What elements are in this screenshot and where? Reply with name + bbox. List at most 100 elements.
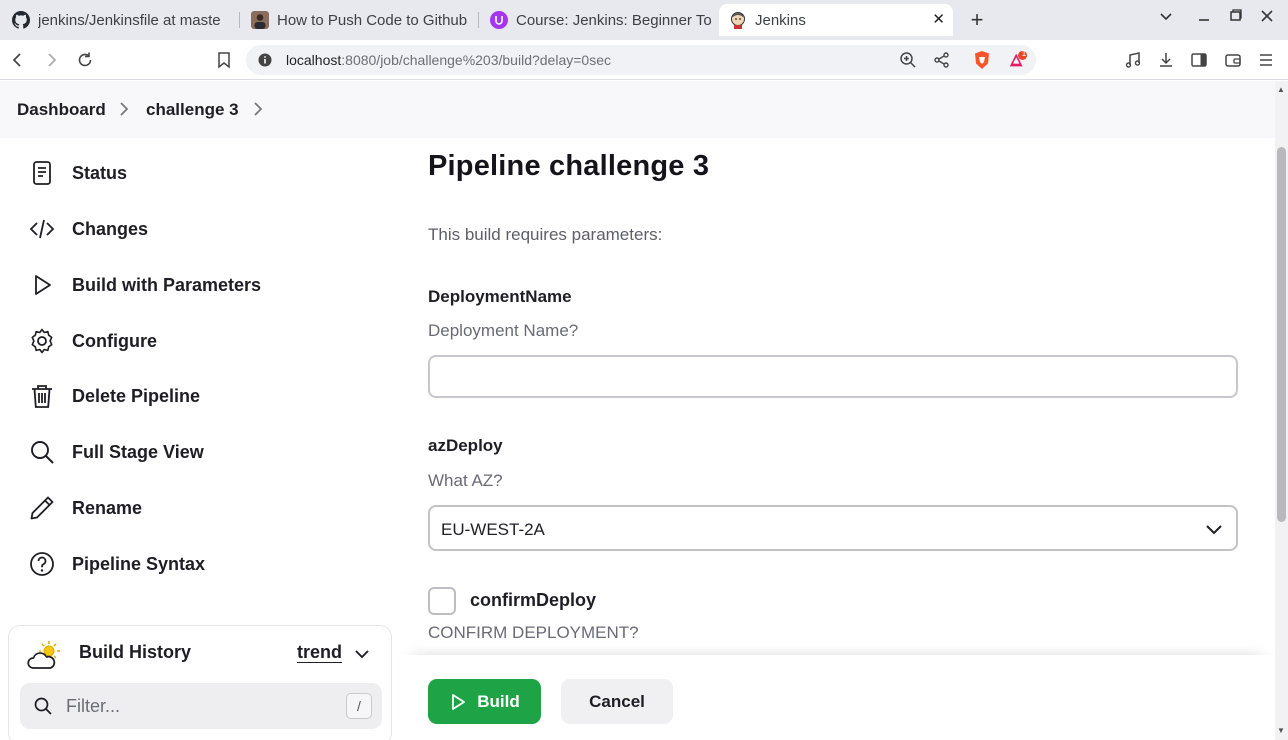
github-icon	[12, 11, 30, 29]
search-icon	[31, 441, 54, 464]
page-title: Pipeline challenge 3	[428, 150, 710, 182]
play-icon	[452, 693, 466, 710]
sidebar-item-rename[interactable]: Rename	[28, 488, 368, 528]
build-history-title: Build History	[79, 642, 192, 662]
bookmark-icon[interactable]	[212, 48, 236, 72]
udemy-icon	[490, 11, 508, 29]
tab-label: jenkins/Jenkinsfile at maste	[38, 11, 221, 29]
sidebar-item-configure[interactable]: Configure	[28, 321, 368, 361]
deployment-name-input[interactable]	[428, 355, 1238, 398]
sidebar-item-label: Changes	[72, 218, 149, 239]
url-host: localhost	[286, 52, 342, 68]
browser-tab-github[interactable]: jenkins/Jenkinsfile at maste	[2, 6, 234, 34]
build-history-panel: Build History trend Filter... /	[8, 625, 392, 740]
pencil-icon	[30, 496, 54, 520]
zoom-icon[interactable]	[898, 50, 918, 70]
play-icon	[35, 275, 51, 295]
param-name-deploymentname: DeploymentName	[428, 287, 572, 306]
keyboard-shortcut-badge: /	[346, 693, 372, 719]
sidebar-item-full-stage-view[interactable]: Full Stage View	[28, 432, 368, 472]
trash-icon	[32, 385, 52, 408]
build-history-filter[interactable]: Filter... /	[20, 683, 382, 729]
scroll-down-arrow-icon[interactable]: ▼	[1277, 726, 1285, 735]
sidebar-toggle-icon[interactable]	[1187, 48, 1211, 72]
new-tab-button[interactable]: +	[966, 6, 988, 34]
chevron-down-icon	[1206, 525, 1222, 535]
sidebar-item-delete-pipeline[interactable]: Delete Pipeline	[28, 376, 368, 416]
wallet-icon[interactable]	[1221, 48, 1245, 72]
breadcrumb-job[interactable]: challenge 3	[146, 100, 239, 120]
sidebar-item-status[interactable]: Status	[28, 153, 368, 193]
tab-separator	[478, 12, 479, 28]
tab-label: How to Push Code to Github	[277, 11, 468, 29]
chevron-right-icon	[120, 102, 129, 116]
breadcrumb: Dashboard challenge 3	[0, 81, 1275, 138]
download-icon[interactable]	[1154, 48, 1178, 72]
close-tab-icon[interactable]: ✕	[932, 10, 945, 28]
gear-icon	[31, 328, 53, 354]
browser-tab-course[interactable]: Course: Jenkins: Beginner To	[480, 6, 716, 34]
brave-rewards-icon[interactable]: 1	[1008, 49, 1028, 70]
select-value: EU-WEST-2A	[441, 520, 545, 539]
search-icon	[34, 697, 52, 715]
tab-list-chevron-icon[interactable]	[1158, 8, 1174, 32]
cancel-button-label: Cancel	[589, 691, 645, 711]
sidebar-item-changes[interactable]: Changes	[28, 209, 368, 249]
forward-arrow-icon[interactable]	[39, 48, 63, 72]
media-music-icon[interactable]	[1121, 48, 1145, 72]
parameters-intro: This build requires parameters:	[428, 225, 663, 244]
url-text[interactable]: localhost:8080/job/challenge%203/build?d…	[286, 52, 611, 68]
sidebar-item-label: Pipeline Syntax	[72, 553, 206, 574]
notepad-icon	[33, 161, 51, 185]
menu-hamburger-icon[interactable]	[1254, 48, 1278, 72]
scroll-up-arrow-icon[interactable]: ▲	[1277, 85, 1285, 94]
tab-label: Jenkins	[755, 11, 806, 29]
sidebar-item-pipeline-syntax[interactable]: Pipeline Syntax	[28, 544, 368, 584]
az-deploy-select[interactable]: EU-WEST-2A	[428, 505, 1238, 551]
browser-toolbar: localhost:8080/job/challenge%203/build?d…	[0, 40, 1288, 80]
filter-placeholder: Filter...	[66, 696, 121, 716]
sidebar-item-label: Full Stage View	[72, 441, 204, 462]
browser-tab-strip: jenkins/Jenkinsfile at maste How to Push…	[0, 0, 1288, 40]
build-button[interactable]: Build	[428, 679, 541, 724]
param-name-azdeploy: azDeploy	[428, 436, 503, 455]
help-circle-icon	[30, 552, 54, 576]
sidebar-item-label: Rename	[72, 497, 143, 518]
url-path: :8080/job/challenge%203/build?delay=0sec	[341, 52, 611, 68]
close-window-icon[interactable]	[1260, 8, 1274, 32]
sidebar-item-label: Delete Pipeline	[72, 385, 201, 406]
chevron-right-icon[interactable]	[251, 100, 265, 118]
sidebar-item-label: Build with Parameters	[72, 274, 262, 295]
person-thumbnail-icon	[251, 11, 269, 29]
param-name-confirmdeploy[interactable]: confirmDeploy	[470, 590, 596, 611]
address-bar[interactable]: localhost:8080/job/challenge%203/build?d…	[246, 45, 1036, 75]
sidebar-item-label: Status	[72, 162, 128, 183]
brave-shield-icon[interactable]	[972, 50, 992, 70]
code-icon	[29, 219, 55, 239]
restore-window-icon[interactable]	[1229, 8, 1243, 32]
param-description: Deployment Name?	[428, 321, 579, 340]
jenkins-icon	[729, 11, 747, 29]
build-button-label: Build	[477, 691, 520, 711]
confirm-deploy-checkbox[interactable]	[428, 587, 456, 615]
tab-separator	[239, 12, 240, 28]
param-description: CONFIRM DEPLOYMENT?	[428, 623, 639, 642]
weather-partly-cloudy-icon	[27, 641, 60, 669]
page-scrollbar[interactable]: ▲ ▼	[1275, 81, 1288, 740]
back-arrow-icon[interactable]	[6, 48, 30, 72]
notification-count: 1	[1021, 49, 1027, 58]
cancel-button[interactable]: Cancel	[561, 679, 673, 724]
browser-tab-github-tutorial[interactable]: How to Push Code to Github	[241, 6, 471, 34]
trend-link[interactable]: trend	[297, 642, 342, 663]
site-info-icon[interactable]	[255, 50, 275, 70]
reload-icon[interactable]	[73, 48, 97, 72]
breadcrumb-dashboard[interactable]: Dashboard	[17, 100, 106, 120]
sidebar-item-build-with-parameters[interactable]: Build with Parameters	[28, 265, 368, 305]
param-description: What AZ?	[428, 471, 503, 490]
scrollbar-thumb[interactable]	[1277, 147, 1286, 522]
chevron-down-icon[interactable]	[353, 645, 371, 663]
minimize-window-icon[interactable]	[1197, 8, 1211, 32]
tab-label: Course: Jenkins: Beginner To	[516, 11, 712, 29]
browser-tab-jenkins[interactable]: Jenkins ✕	[719, 4, 953, 36]
share-icon[interactable]	[932, 50, 952, 70]
